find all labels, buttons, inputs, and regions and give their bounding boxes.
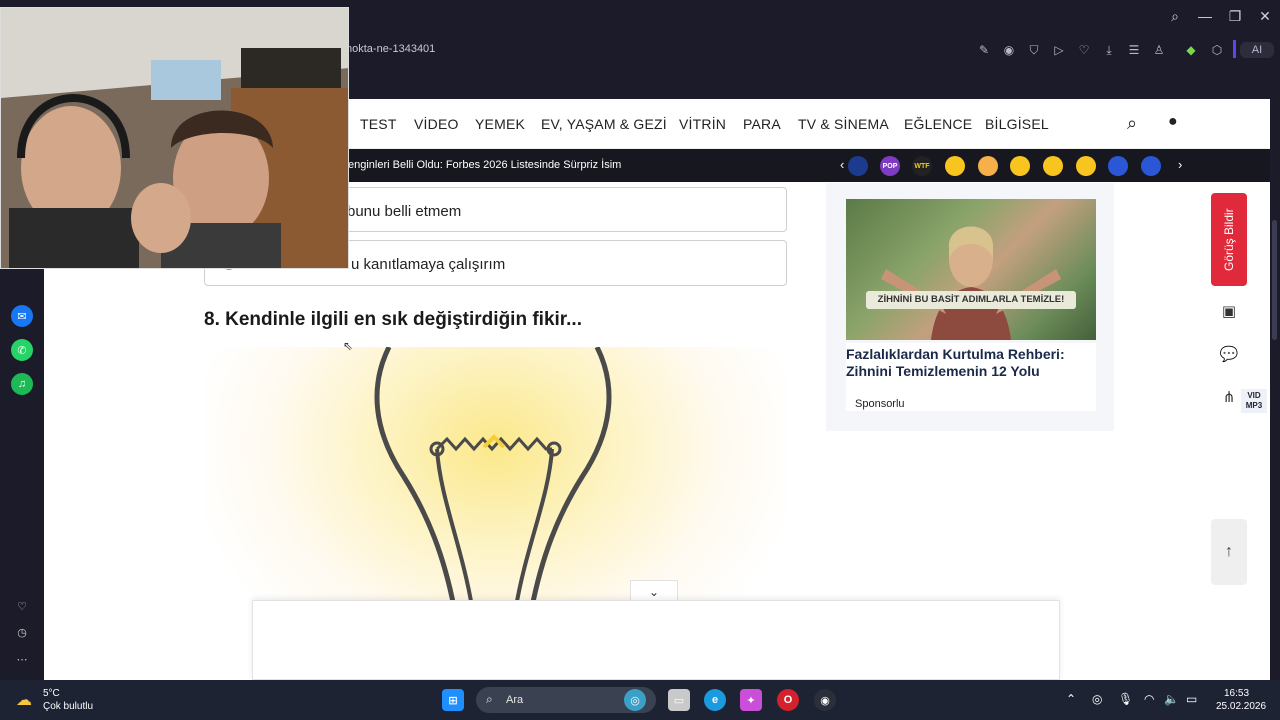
sponsored-card[interactable]: ZİHNİNİ BU BASİT ADIMLARLA TEMİZLE! Fazl… bbox=[826, 183, 1114, 431]
copilot-icon[interactable]: ✦ bbox=[740, 689, 762, 711]
user-icon[interactable]: ● bbox=[1168, 113, 1178, 131]
ai-button[interactable]: AI bbox=[1240, 42, 1274, 58]
badge-icon-wtf[interactable]: WTF bbox=[912, 156, 932, 176]
vid-label: VID bbox=[1247, 391, 1261, 400]
question-title: 8. Kendinle ilgili en sık değiştirdiğin … bbox=[204, 309, 582, 330]
weather-icon[interactable]: ☁ bbox=[16, 690, 32, 710]
ad-title[interactable]: Fazlalıklardan Kurtulma Rehberi: Zihnini… bbox=[846, 346, 1096, 380]
sponsored-label: Sponsorlu bbox=[855, 398, 905, 410]
chevron-right-icon[interactable]: › bbox=[1178, 157, 1182, 172]
widget-icon[interactable]: ◎ bbox=[624, 689, 646, 711]
nav-item-tv-sinema[interactable]: TV & SİNEMA bbox=[798, 116, 889, 132]
clock-date[interactable]: 25.02.2026 bbox=[1216, 701, 1266, 712]
weather-desc[interactable]: Çok bulutlu bbox=[43, 701, 93, 712]
opera-tray-icon[interactable]: ◎ bbox=[1092, 692, 1102, 706]
nav-item-eglence[interactable]: EĞLENCE bbox=[904, 116, 972, 132]
nav-item-yemek[interactable]: YEMEK bbox=[475, 116, 525, 132]
profile-icon[interactable]: ♙ bbox=[1151, 42, 1167, 58]
clock-time[interactable]: 16:53 bbox=[1224, 688, 1249, 699]
wifi-icon[interactable]: ◠ bbox=[1144, 692, 1154, 706]
scroll-top-button[interactable]: ↑ bbox=[1211, 519, 1247, 585]
messenger-icon[interactable]: ✉ bbox=[11, 305, 33, 327]
obs-icon[interactable]: ◉ bbox=[814, 689, 836, 711]
ad-image[interactable] bbox=[846, 199, 1096, 340]
mp3-label: MP3 bbox=[1245, 401, 1263, 410]
badge-icon-nerd[interactable] bbox=[945, 156, 965, 176]
spotify-icon[interactable]: ♫ bbox=[11, 373, 33, 395]
badge-icon-sad[interactable] bbox=[1043, 156, 1063, 176]
ai-label: AI bbox=[1251, 44, 1263, 56]
collapse-ad-button[interactable]: ⌄ bbox=[630, 580, 678, 602]
badge-icon-philips[interactable] bbox=[1108, 156, 1128, 176]
badge-icon-heart-eyes[interactable] bbox=[1010, 156, 1030, 176]
search-icon[interactable]: ⌕ bbox=[1165, 8, 1185, 25]
vid-mp3-badge[interactable]: VID MP3 bbox=[1241, 389, 1267, 413]
weather-temp[interactable]: 5°C bbox=[43, 688, 60, 699]
badge-icon-onedio[interactable] bbox=[1141, 156, 1161, 176]
nav-item-test[interactable]: TEST bbox=[360, 116, 397, 132]
ticker-headline[interactable]: enginleri Belli Oldu: Forbes 2026 Listes… bbox=[348, 159, 621, 171]
mic-icon[interactable]: 🎙 bbox=[1118, 692, 1133, 706]
webcam-overlay bbox=[0, 7, 349, 269]
badge-icon-pop[interactable]: POP bbox=[880, 156, 900, 176]
cube-icon[interactable]: ⬡ bbox=[1209, 42, 1225, 58]
search-icon[interactable]: ⌕ bbox=[1127, 113, 1137, 134]
chevron-up-icon[interactable]: ⌃ bbox=[1066, 692, 1076, 706]
heart-icon[interactable]: ♡ bbox=[11, 595, 33, 617]
volume-icon[interactable]: 🔈 bbox=[1164, 692, 1179, 706]
minimize-button[interactable]: — bbox=[1195, 8, 1215, 24]
search-placeholder: Ara bbox=[506, 694, 524, 706]
vpn-icon[interactable]: ◆ bbox=[1183, 42, 1199, 58]
cursor-icon: ⇖ bbox=[343, 339, 354, 353]
arrow-up-icon: ↑ bbox=[1225, 543, 1233, 560]
menu-icon[interactable]: ☰ bbox=[1126, 42, 1142, 58]
edit-icon[interactable]: ✎ bbox=[976, 42, 992, 58]
add-bookmark-icon[interactable]: ▣ bbox=[1216, 298, 1242, 324]
chevron-down-icon: ⌄ bbox=[648, 584, 660, 599]
nav-item-video[interactable]: VİDEO bbox=[414, 116, 459, 132]
nav-item-para[interactable]: PARA bbox=[743, 116, 781, 132]
badge-icon-love[interactable] bbox=[978, 156, 998, 176]
download-icon[interactable]: ⤓ bbox=[1101, 42, 1117, 58]
heart-icon[interactable]: ♡ bbox=[1076, 42, 1092, 58]
tab-indicator bbox=[1233, 40, 1236, 58]
quiz-option-text: bunu belli etmem bbox=[347, 203, 462, 220]
quiz-option-text: u kanıtlamaya çalışırım bbox=[351, 256, 506, 273]
comments-icon[interactable]: 💬 bbox=[1216, 341, 1242, 367]
whatsapp-icon[interactable]: ✆ bbox=[11, 339, 33, 361]
badge-icon-smile[interactable] bbox=[1076, 156, 1096, 176]
opera-icon[interactable]: O bbox=[777, 689, 799, 711]
battery-icon[interactable]: ▭ bbox=[1186, 692, 1197, 706]
more-icon[interactable]: ⋯ bbox=[11, 648, 33, 670]
camera-icon[interactable]: ◉ bbox=[1001, 42, 1017, 58]
feedback-label: Görüş Bildir bbox=[1222, 208, 1236, 271]
badge-icon-1[interactable] bbox=[848, 156, 868, 176]
chevron-left-icon[interactable]: ‹ bbox=[840, 157, 844, 172]
shield-icon[interactable]: ⛉ bbox=[1026, 42, 1042, 58]
start-icon[interactable]: ⊞ bbox=[442, 689, 464, 711]
nav-item-ev-yasam-gezi[interactable]: EV, YAŞAM & GEZİ bbox=[541, 116, 667, 132]
close-button[interactable]: ✕ bbox=[1255, 8, 1275, 25]
scrollbar-thumb[interactable] bbox=[1272, 220, 1277, 340]
search-icon: ⌕ bbox=[486, 692, 493, 706]
nav-item-bilgisel[interactable]: BİLGİSEL bbox=[985, 116, 1049, 132]
file-explorer-icon[interactable]: ▭ bbox=[668, 689, 690, 711]
ad-badge: ZİHNİNİ BU BASİT ADIMLARLA TEMİZLE! bbox=[866, 291, 1076, 309]
restore-button[interactable]: ❐ bbox=[1225, 8, 1245, 25]
bottom-ad-slot[interactable] bbox=[252, 600, 1060, 680]
nav-item-vitrin[interactable]: VİTRİN bbox=[679, 116, 726, 132]
feedback-button[interactable]: Görüş Bildir bbox=[1211, 193, 1247, 286]
share-icon[interactable]: ⋔ bbox=[1216, 384, 1242, 410]
edge-icon[interactable]: e bbox=[704, 689, 726, 711]
play-icon[interactable]: ▷ bbox=[1051, 42, 1067, 58]
history-icon[interactable]: ◷ bbox=[11, 621, 33, 643]
url-text[interactable]: nokta-ne-1343401 bbox=[346, 43, 435, 55]
scrollbar[interactable] bbox=[1270, 99, 1280, 680]
